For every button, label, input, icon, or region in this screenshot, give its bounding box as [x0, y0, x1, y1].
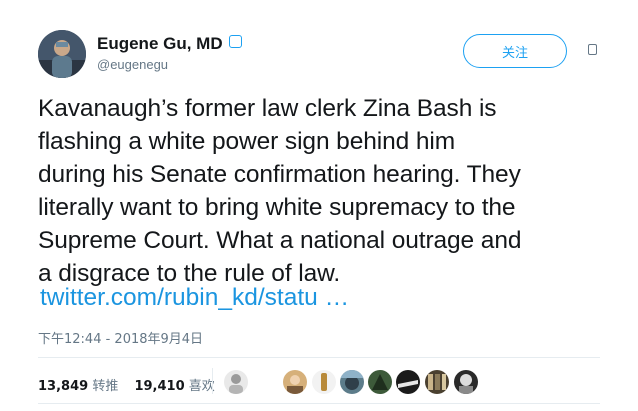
tweet-timestamp[interactable]: 下午12:44 - 2018年9月4日 [38, 328, 203, 347]
divider [38, 403, 600, 404]
tweet-link[interactable]: twitter.com/rubin_kd/statu … [40, 284, 349, 312]
retweet-label[interactable]: 转推 [92, 379, 118, 394]
tweet-text-line: Supreme Court. What a national outrage a… [38, 227, 522, 254]
tweet-text-line: during his Senate confirmation hearing. … [38, 161, 521, 188]
display-name-text: Eugene Gu, MD [97, 34, 223, 53]
user-handle[interactable]: @eugenegu [97, 57, 168, 72]
liker-avatar[interactable] [368, 370, 392, 394]
like-count[interactable]: 19,410 [134, 379, 184, 394]
retweet-count[interactable]: 13,849 [38, 379, 88, 394]
caret-down-icon[interactable] [588, 44, 597, 55]
display-name[interactable]: Eugene Gu, MD [97, 34, 242, 54]
tweet-text-line: Kavanaugh’s former law clerk Zina Bash i… [38, 95, 497, 122]
liker-avatar[interactable] [283, 370, 307, 394]
tweet-text-line: literally want to bring white supremacy … [38, 194, 516, 221]
tweet-text-line: flashing a white power sign behind him [38, 128, 456, 155]
liker-avatar[interactable] [340, 370, 364, 394]
follow-button[interactable]: 关注 [463, 34, 567, 68]
liker-avatar[interactable] [396, 370, 420, 394]
verified-badge-icon [228, 35, 242, 48]
liker-avatar[interactable] [425, 370, 449, 394]
liker-avatar[interactable] [224, 370, 248, 394]
tweet-stats: 13,849 转推 19,410 喜欢 [38, 375, 227, 394]
avatar[interactable] [38, 30, 86, 78]
liker-avatar[interactable] [454, 370, 478, 394]
tweet-text: Kavanaugh’s former law clerk Zina Bash i… [38, 92, 608, 290]
like-label[interactable]: 喜欢 [189, 379, 215, 394]
stats-separator [212, 368, 213, 394]
liker-avatar[interactable] [312, 370, 336, 394]
divider [38, 357, 600, 358]
